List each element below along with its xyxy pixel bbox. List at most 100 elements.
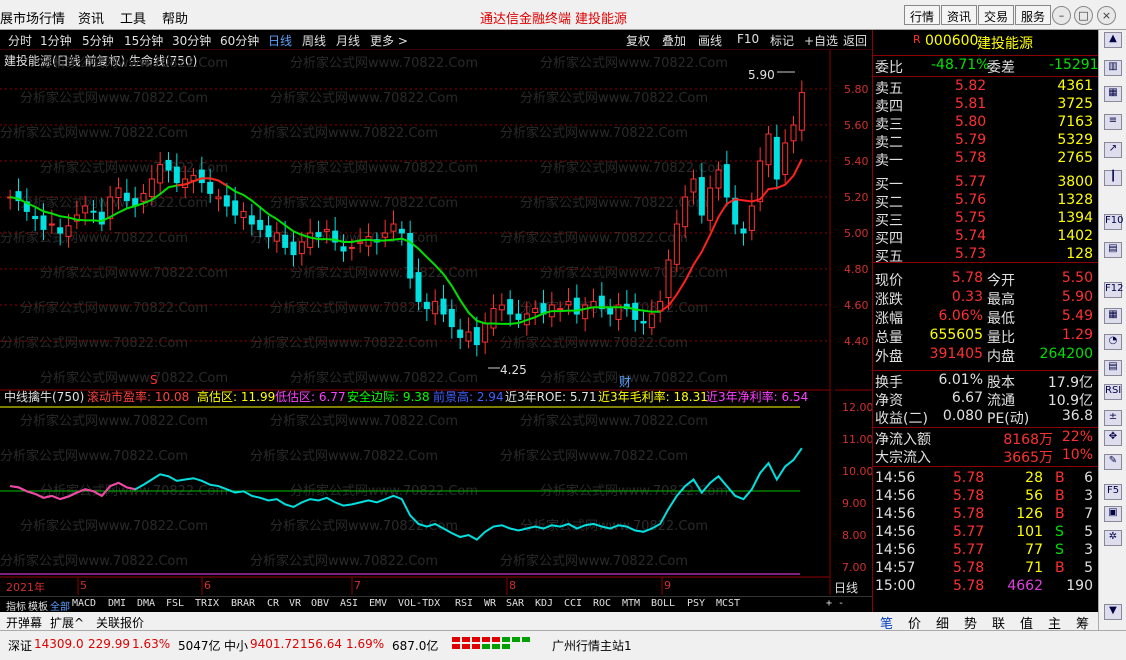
order-row[interactable]: 买四 5.74 1402 xyxy=(873,228,1099,247)
period-30min[interactable]: 30分钟 xyxy=(172,32,211,49)
sheet-icon[interactable]: ▤ xyxy=(1104,360,1122,376)
quote-tab[interactable]: 筹 xyxy=(1076,613,1089,632)
stock-name-link[interactable]: 建投能源 xyxy=(575,8,627,27)
service-button[interactable]: 服务 xyxy=(1015,5,1052,25)
indicator-tab[interactable]: VOL-TDX xyxy=(398,598,440,609)
draw-button[interactable]: 画线 xyxy=(698,32,722,49)
order-row[interactable]: 卖五 5.82 4361 xyxy=(873,78,1099,97)
list-icon[interactable]: ≡ xyxy=(1104,114,1122,130)
indicator-tab[interactable]: CR xyxy=(267,598,279,609)
menu-tools[interactable]: 工具 xyxy=(120,8,146,27)
order-row[interactable]: 买二 5.76 1328 xyxy=(873,192,1099,211)
f10-button[interactable]: F10 xyxy=(737,32,759,46)
trend-icon[interactable]: ↗ xyxy=(1104,142,1122,158)
order-row[interactable]: 卖一 5.78 2765 xyxy=(873,150,1099,169)
f10-icon[interactable]: F10 xyxy=(1104,214,1123,230)
maximize-icon[interactable]: □ xyxy=(1074,6,1093,25)
indicator-tab[interactable]: RSI xyxy=(455,598,473,609)
indicator-tab[interactable]: 全部 xyxy=(50,598,70,613)
market-button[interactable]: 行情 xyxy=(904,5,941,25)
indicator-tab[interactable]: VR xyxy=(289,598,301,609)
indicator-tab[interactable]: MCST xyxy=(716,598,740,609)
order-row[interactable]: 卖四 5.81 3725 xyxy=(873,96,1099,115)
quote-tab[interactable]: 主 xyxy=(1048,613,1061,632)
book-icon[interactable]: ▤ xyxy=(1104,242,1122,258)
indicator-name[interactable]: 中线擒牛(750) xyxy=(4,388,84,405)
danmaku-tab[interactable]: 开弹幕 xyxy=(6,614,42,631)
minimize-icon[interactable]: – xyxy=(1052,6,1071,25)
pie-icon[interactable]: ◔ xyxy=(1104,334,1122,350)
indicator-tab[interactable]: ASI xyxy=(340,598,358,609)
period-5min[interactable]: 5分钟 xyxy=(82,32,114,49)
order-row[interactable]: 卖二 5.79 5329 xyxy=(873,132,1099,151)
indicator-tab[interactable]: FSL xyxy=(166,598,184,609)
period-more[interactable]: 更多 > xyxy=(370,32,408,49)
order-row[interactable]: 买一 5.77 3800 xyxy=(873,174,1099,193)
quote-tab[interactable]: 价 xyxy=(908,613,921,632)
indicator-tab[interactable]: KDJ xyxy=(535,598,553,609)
quote-tab[interactable]: 细 xyxy=(936,613,949,632)
sell-signal[interactable]: S xyxy=(150,373,158,387)
chart-icon[interactable]: ▥ xyxy=(1104,60,1122,76)
indicator-tab[interactable]: CCI xyxy=(564,598,582,609)
indicator-tab[interactable]: ROC xyxy=(593,598,611,609)
related-quote-tab[interactable]: 关联报价 xyxy=(96,614,144,631)
quote-tab[interactable]: 势 xyxy=(964,613,977,632)
kline-chart-area[interactable]: 建投能源(日线 前复权) 生命线(750) 分析家公式网www.70822.Co… xyxy=(0,50,874,595)
back-button[interactable]: 返回 xyxy=(843,32,867,49)
adjust-button[interactable]: 复权 xyxy=(626,32,650,49)
quote-tab[interactable]: 值 xyxy=(1020,613,1033,632)
period-monthly[interactable]: 月线 xyxy=(336,32,360,49)
terminal-link[interactable]: 通达信金融终端 xyxy=(480,8,571,27)
pen-icon[interactable]: ✎ xyxy=(1104,454,1122,470)
order-row[interactable]: 卖三 5.80 7163 xyxy=(873,114,1099,133)
zoom-controls[interactable]: + - xyxy=(826,598,844,609)
indicator-tab[interactable]: TRIX xyxy=(195,598,219,609)
news-button[interactable]: 资讯 xyxy=(941,5,978,25)
indicator-tab[interactable]: EMV xyxy=(369,598,387,609)
indicator-tab[interactable]: DMI xyxy=(108,598,126,609)
indicator-tab[interactable]: WR xyxy=(484,598,496,609)
period-15min[interactable]: 15分钟 xyxy=(124,32,163,49)
period-weekly[interactable]: 周线 xyxy=(302,32,326,49)
up-arrow-icon[interactable]: ▲ xyxy=(1104,32,1122,48)
mark-button[interactable]: 标记 xyxy=(770,32,794,49)
period-tick[interactable]: 分时 xyxy=(8,32,32,49)
indicator-tab[interactable]: DMA xyxy=(137,598,155,609)
gear-icon[interactable]: ✲ xyxy=(1104,530,1122,546)
menu-market[interactable]: 展市场行情 xyxy=(0,8,65,27)
f12-icon[interactable]: F12 xyxy=(1104,282,1123,298)
table-icon[interactable]: ▦ xyxy=(1104,86,1122,102)
f5-icon[interactable]: F5 xyxy=(1104,484,1122,500)
indicator-tab[interactable]: SAR xyxy=(506,598,524,609)
calc-icon[interactable]: ± xyxy=(1104,410,1122,426)
indicator-tab[interactable]: 指标 xyxy=(6,598,26,613)
kline-icon[interactable]: ┃ xyxy=(1104,170,1122,186)
menu-help[interactable]: 帮助 xyxy=(162,8,188,27)
move-icon[interactable]: ✥ xyxy=(1104,430,1122,446)
period-60min[interactable]: 60分钟 xyxy=(220,32,259,49)
indicator-tab[interactable]: BRAR xyxy=(231,598,255,609)
server-name[interactable]: 广州行情主站1 xyxy=(552,637,632,654)
overlay-button[interactable]: 叠加 xyxy=(662,32,686,49)
indicator-tab[interactable]: MACD xyxy=(72,598,96,609)
window-icon[interactable]: ▣ xyxy=(1104,506,1122,522)
grid-icon[interactable]: ▦ xyxy=(1104,308,1122,324)
indicator-tab[interactable]: BOLL xyxy=(651,598,675,609)
expand-tab[interactable]: 扩展^ xyxy=(50,614,84,631)
order-row[interactable]: 买三 5.75 1394 xyxy=(873,210,1099,229)
down-arrow-icon[interactable]: ▼ xyxy=(1104,604,1122,620)
rsi-icon[interactable]: RSI xyxy=(1104,384,1122,400)
trade-button[interactable]: 交易 xyxy=(978,5,1015,25)
quote-tab[interactable]: 联 xyxy=(992,613,1005,632)
close-icon[interactable]: × xyxy=(1097,6,1116,25)
quote-tab[interactable]: 笔 xyxy=(880,613,893,632)
menu-news[interactable]: 资讯 xyxy=(78,8,104,27)
indicator-tab[interactable]: OBV xyxy=(311,598,329,609)
indicator-tab[interactable]: MTM xyxy=(622,598,640,609)
add-favorite-button[interactable]: +自选 xyxy=(804,32,838,49)
period-1min[interactable]: 1分钟 xyxy=(40,32,72,49)
indicator-tab[interactable]: PSY xyxy=(687,598,705,609)
indicator-tab[interactable]: 模板 xyxy=(28,598,48,613)
period-daily[interactable]: 日线 xyxy=(268,32,292,49)
